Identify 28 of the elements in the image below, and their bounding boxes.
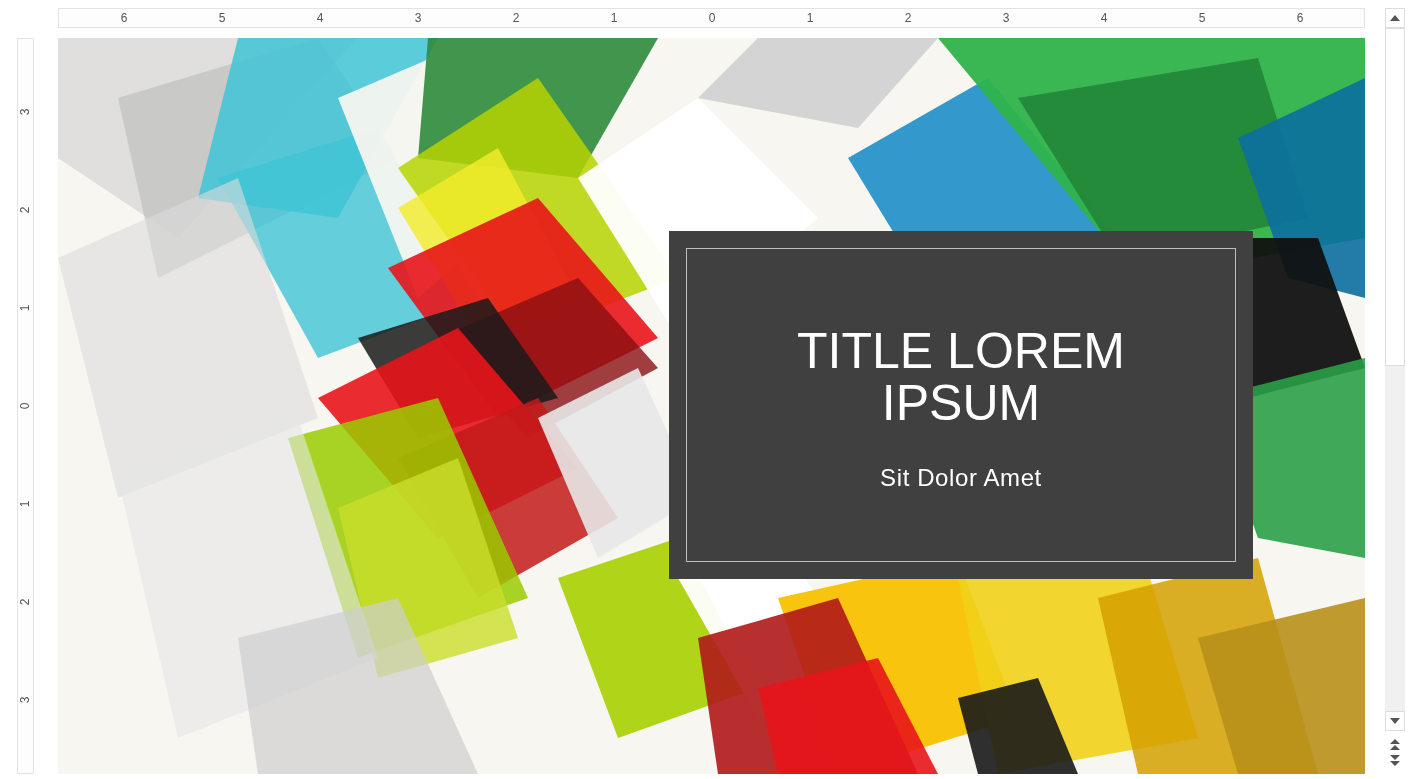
ruler-number: 5 <box>1197 12 1207 24</box>
double-up-arrow-icon <box>1390 738 1400 750</box>
scroll-up-button[interactable] <box>1385 8 1405 28</box>
ruler-number: 5 <box>217 12 227 24</box>
ruler-number: 1 <box>805 12 815 24</box>
ruler-number: 6 <box>119 12 129 24</box>
ruler-number: 3 <box>19 696 32 704</box>
ruler-number: 2 <box>19 206 32 214</box>
ruler-number: 2 <box>903 12 913 24</box>
ruler-number: 4 <box>315 12 325 24</box>
double-down-arrow-icon <box>1390 754 1400 766</box>
ruler-number: 0 <box>19 402 32 410</box>
ruler-number: 6 <box>1295 12 1305 24</box>
ruler-number: 4 <box>1099 12 1109 24</box>
ruler-number: 1 <box>19 500 32 508</box>
scroll-down-button[interactable] <box>1385 711 1405 731</box>
down-triangle-icon <box>1390 718 1400 724</box>
slide-subtitle: Sit Dolor Amet <box>880 462 1042 493</box>
slide-title: TITLE LOREM IPSUM <box>796 324 1126 430</box>
ruler-number: 3 <box>19 108 32 116</box>
ruler-number: 3 <box>413 12 423 24</box>
ruler-number: 1 <box>609 12 619 24</box>
ruler-number: 2 <box>511 12 521 24</box>
ruler-number: 2 <box>19 598 32 606</box>
up-triangle-icon <box>1390 15 1400 21</box>
ruler-number: 1 <box>19 304 32 312</box>
ruler-number: 0 <box>707 12 717 24</box>
ruler-number: 3 <box>1001 12 1011 24</box>
